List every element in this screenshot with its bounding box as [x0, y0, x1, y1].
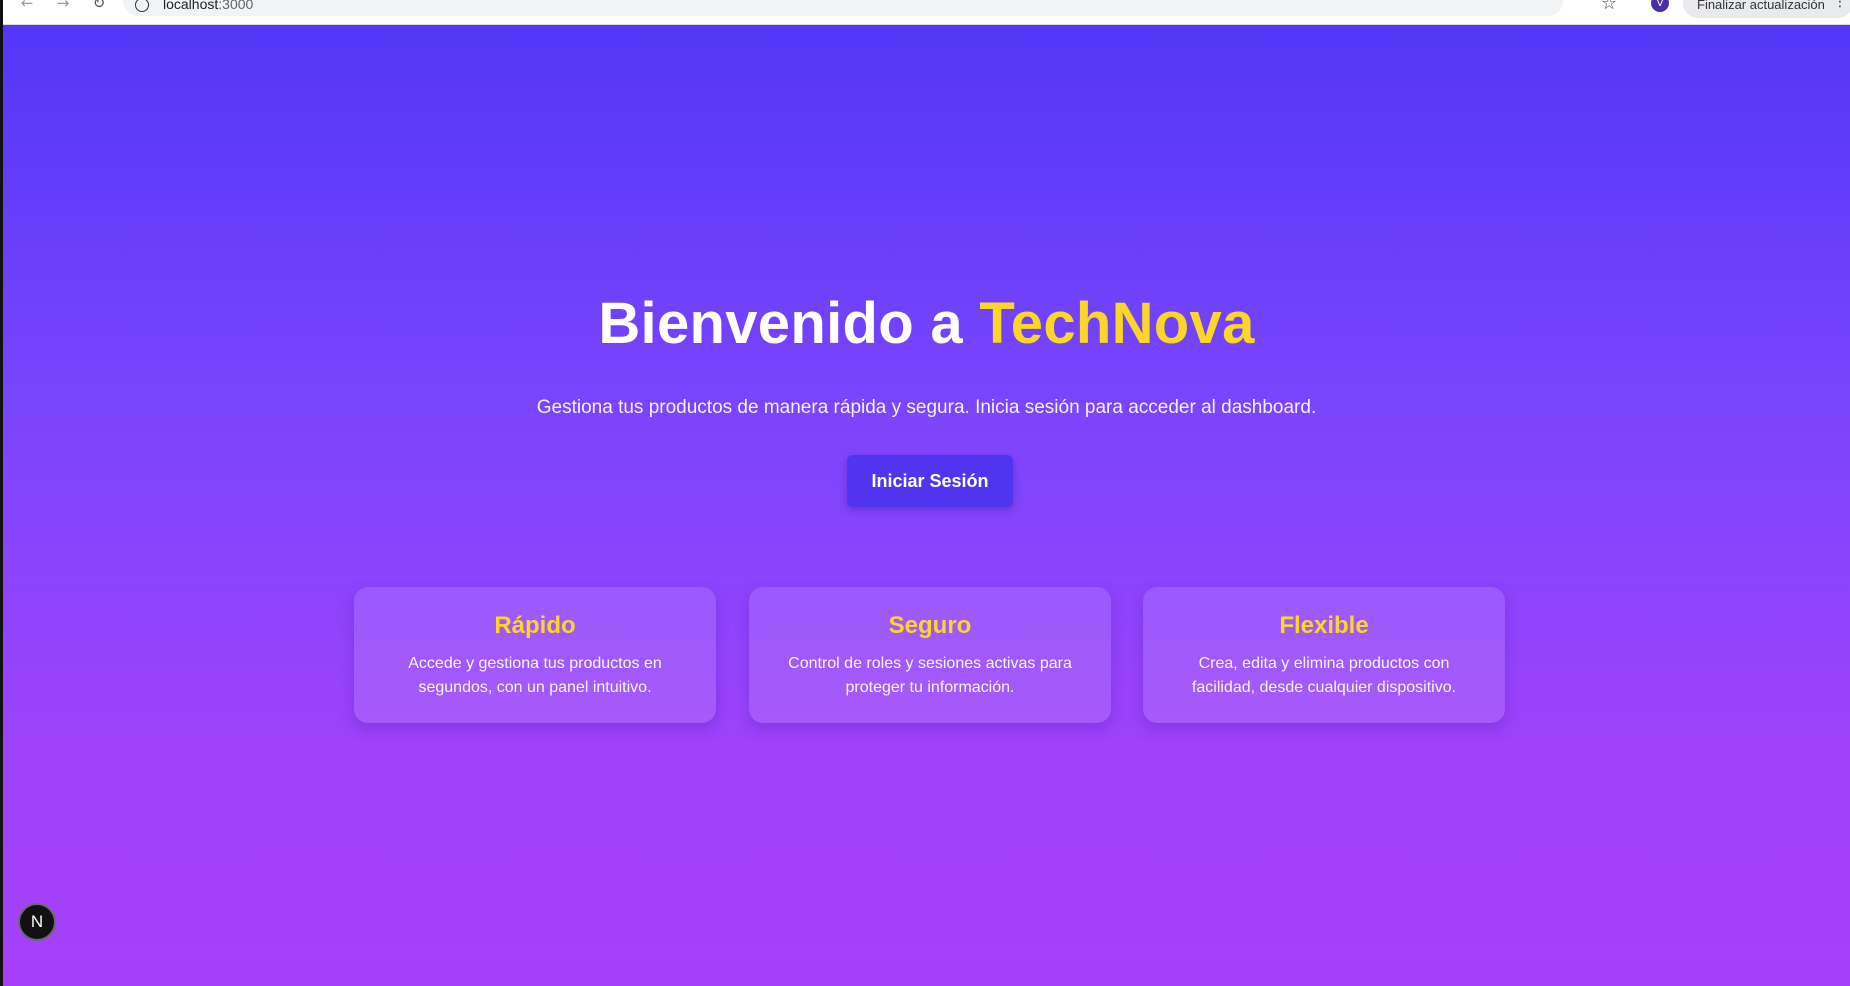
address-bar[interactable]: localhost:3000: [123, 0, 1563, 16]
feature-card-seguro: Seguro Control de roles y sesiones activ…: [749, 587, 1111, 723]
profile-avatar[interactable]: V: [1651, 0, 1669, 12]
brand-name: TechNova: [979, 291, 1255, 356]
feature-title: Flexible: [1279, 612, 1369, 639]
feature-description: Accede y gestiona tus productos en segun…: [408, 655, 662, 696]
hero-title-prefix: Bienvenido a: [598, 291, 980, 356]
feature-title: Rápido: [494, 612, 576, 639]
feature-card-rapido: Rápido Accede y gestiona tus productos e…: [354, 587, 716, 723]
hero-title: Bienvenido a TechNova: [3, 290, 1850, 357]
update-label: Finalizar actualización: [1697, 0, 1825, 12]
back-icon[interactable]: ←: [17, 0, 37, 12]
update-button[interactable]: Finalizar actualización ⋮: [1683, 0, 1850, 18]
feature-description: Control de roles y sesiones activas para…: [788, 655, 1072, 696]
star-icon[interactable]: ☆: [1601, 0, 1617, 14]
nextjs-dev-badge-icon[interactable]: N: [18, 903, 56, 941]
url-text[interactable]: localhost:3000: [163, 0, 253, 12]
login-button[interactable]: Iniciar Sesión: [847, 455, 1013, 507]
forward-icon[interactable]: →: [53, 0, 73, 12]
kebab-menu-icon[interactable]: ⋮: [1833, 0, 1847, 10]
feature-card-flexible: Flexible Crea, edita y elimina productos…: [1143, 587, 1505, 723]
info-icon[interactable]: [135, 0, 149, 12]
landing-page: Bienvenido a TechNova Gestiona tus produ…: [3, 25, 1850, 986]
feature-title: Seguro: [888, 612, 972, 639]
url-port: :3000: [218, 0, 254, 12]
url-host: localhost: [163, 0, 219, 12]
browser-toolbar: ← → ↻ localhost:3000 ☆ V Finalizar actua…: [3, 0, 1850, 25]
feature-description: Crea, edita y elimina productos con faci…: [1191, 655, 1457, 696]
reload-icon[interactable]: ↻: [89, 0, 109, 12]
hero-subtitle: Gestiona tus productos de manera rápida …: [536, 397, 1317, 418]
